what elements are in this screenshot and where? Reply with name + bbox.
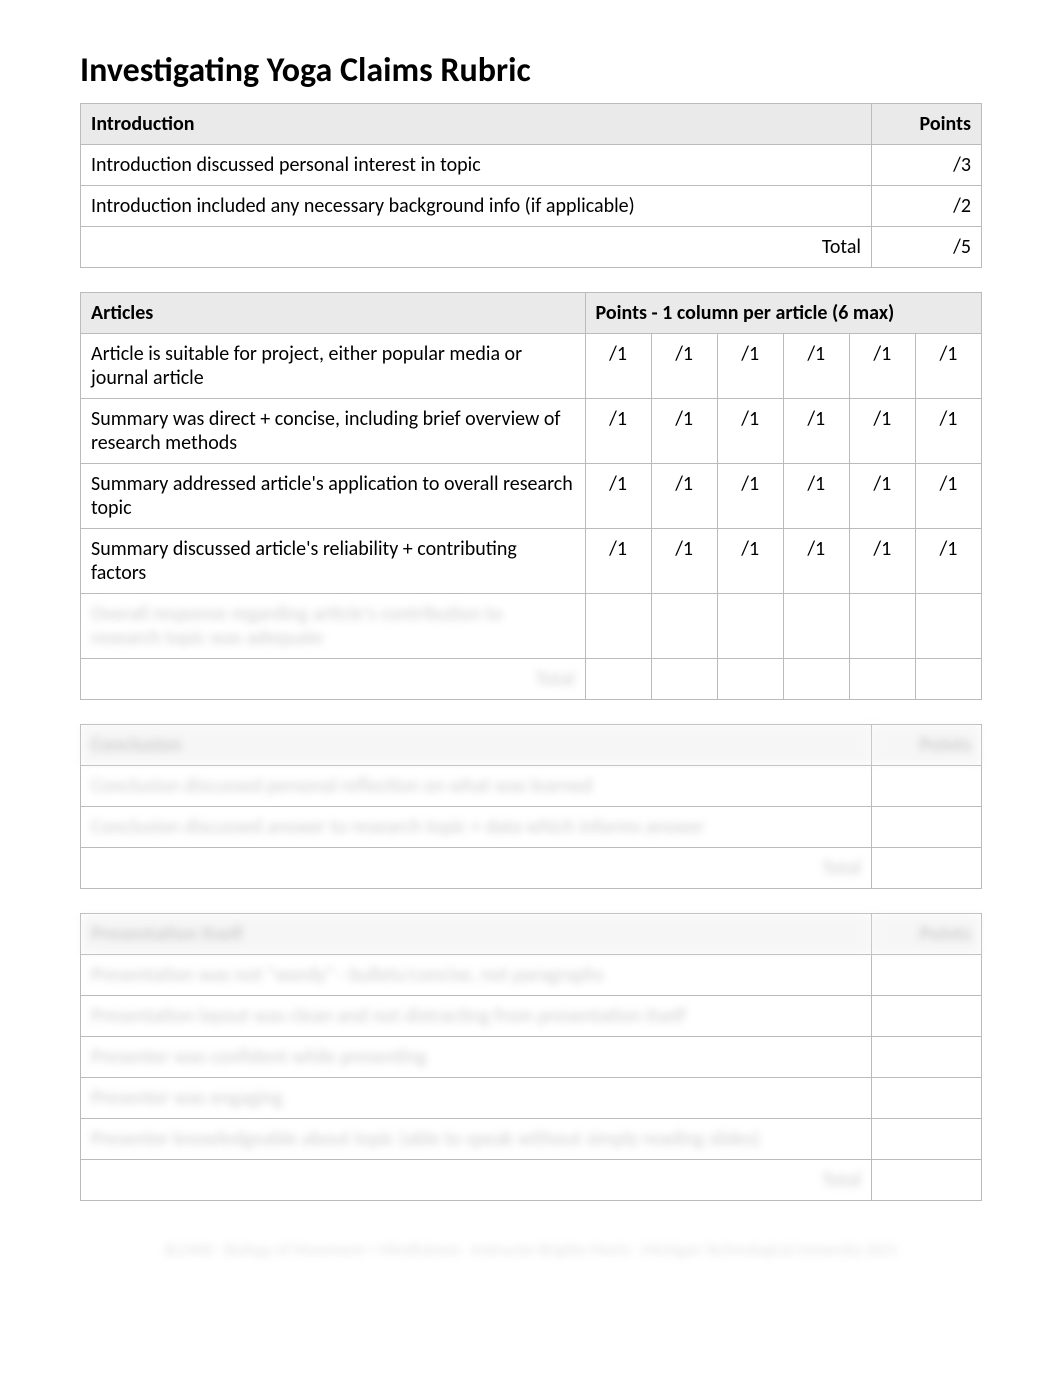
articles-table: Articles Points - 1 column per article (… [80, 292, 982, 700]
table-row-hidden: Presentation was not "wordy" - bullets/c… [81, 955, 982, 996]
table-row-hidden: Conclusion discussed personal reflection… [81, 766, 982, 807]
table-row: Article is suitable for project, either … [81, 334, 982, 399]
conclusion-table: Conclusion Points Conclusion discussed p… [80, 724, 982, 889]
table-row-hidden: Presenter knowledgeable about topic (abl… [81, 1119, 982, 1160]
points-header: Points [872, 104, 982, 145]
pts-cell: /1 [783, 334, 849, 399]
table-row: Summary discussed article's reliability … [81, 529, 982, 594]
page-title: Investigating Yoga Claims Rubric [80, 50, 982, 91]
conclusion-header: Conclusion [81, 725, 872, 766]
table-row-hidden: Conclusion discussed answer to research … [81, 807, 982, 848]
presentation-table: Presentation Itself Points Presentation … [80, 913, 982, 1201]
pts-cell: /1 [915, 334, 981, 399]
total-label: Total [81, 227, 872, 268]
criterion-label: Introduction discussed personal interest… [81, 145, 872, 186]
table-row: Introduction included any necessary back… [81, 186, 982, 227]
criterion-points: /2 [872, 186, 982, 227]
pts-cell: /1 [849, 399, 915, 464]
table-row-hidden: Presentation layout was clean and not di… [81, 996, 982, 1037]
pts-cell: /1 [915, 529, 981, 594]
pts-cell: /1 [651, 334, 717, 399]
presentation-header: Presentation Itself [81, 914, 872, 955]
total-row: Total /5 [81, 227, 982, 268]
pts-cell: /1 [585, 464, 651, 529]
pts-cell: /1 [849, 334, 915, 399]
total-row-hidden: Total [81, 848, 982, 889]
pts-cell: /1 [651, 399, 717, 464]
pts-cell: /1 [849, 529, 915, 594]
pts-cell: /1 [585, 529, 651, 594]
criterion-label: Introduction included any necessary back… [81, 186, 872, 227]
pts-cell: /1 [651, 529, 717, 594]
pts-cell: /1 [585, 399, 651, 464]
criterion-label: Summary addressed article's application … [81, 464, 586, 529]
table-row: Summary was direct + concise, including … [81, 399, 982, 464]
pts-cell: /1 [717, 334, 783, 399]
table-row-hidden: Presenter was confident while presenting [81, 1037, 982, 1078]
table-row-hidden: Presenter was engaging [81, 1078, 982, 1119]
pts-cell: /1 [717, 529, 783, 594]
points-header: Points - 1 column per article (6 max) [585, 293, 981, 334]
intro-header: Introduction [81, 104, 872, 145]
introduction-table: Introduction Points Introduction discuss… [80, 103, 982, 268]
points-header: Points [872, 914, 982, 955]
points-header: Points [872, 725, 982, 766]
table-row-hidden: Overall response regarding article's con… [81, 594, 982, 659]
table-row: Summary addressed article's application … [81, 464, 982, 529]
pts-cell: /1 [849, 464, 915, 529]
criterion-points: /3 [872, 145, 982, 186]
pts-cell: /1 [651, 464, 717, 529]
criterion-label: Summary discussed article's reliability … [81, 529, 586, 594]
pts-cell: /1 [717, 399, 783, 464]
pts-cell: /1 [783, 529, 849, 594]
pts-cell: /1 [717, 464, 783, 529]
pts-cell: /1 [783, 464, 849, 529]
criterion-label: Summary was direct + concise, including … [81, 399, 586, 464]
articles-header: Articles [81, 293, 586, 334]
criterion-label: Article is suitable for project, either … [81, 334, 586, 399]
footer-text: BL2400 - Biology of Movement + Mindfulne… [80, 1241, 982, 1260]
pts-cell: /1 [783, 399, 849, 464]
pts-cell: /1 [915, 464, 981, 529]
criterion-label-hidden: Overall response regarding article's con… [81, 594, 586, 659]
total-row-hidden: Total [81, 659, 982, 700]
total-label-hidden: Total [81, 659, 586, 700]
table-row: Introduction discussed personal interest… [81, 145, 982, 186]
total-points: /5 [872, 227, 982, 268]
total-row-hidden: Total [81, 1160, 982, 1201]
pts-cell: /1 [585, 334, 651, 399]
pts-cell: /1 [915, 399, 981, 464]
